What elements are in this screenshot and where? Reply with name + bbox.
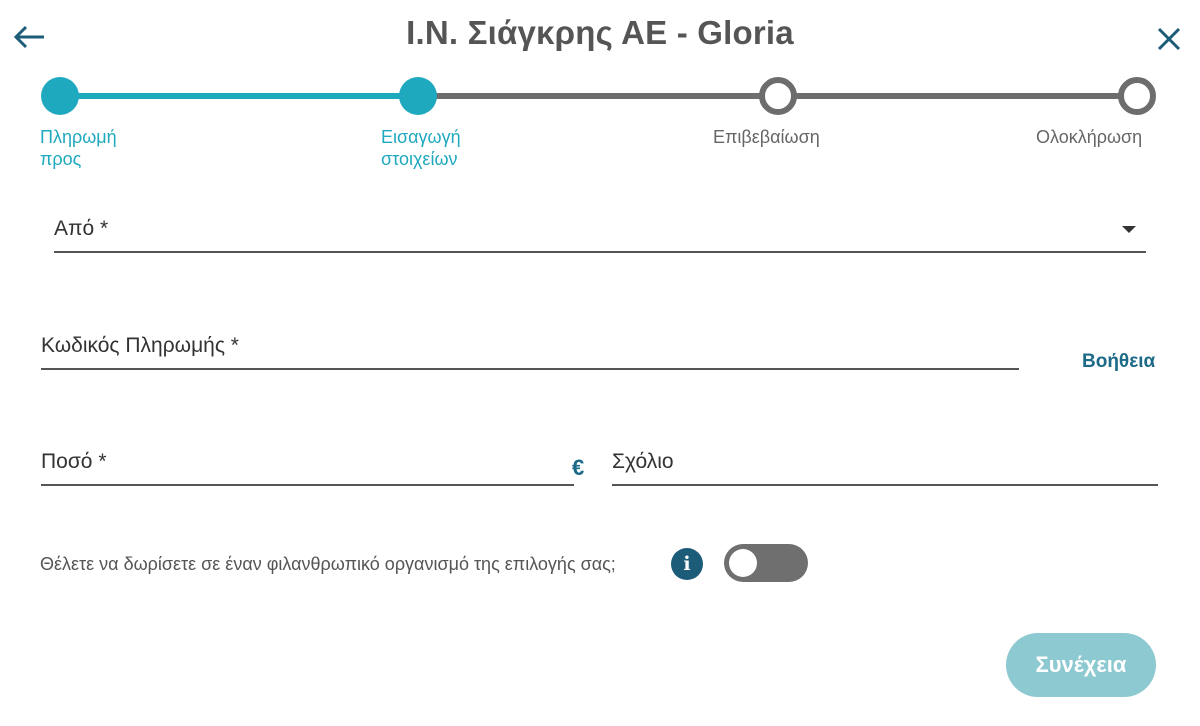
- step-1-label: Πληρωμή προς: [40, 127, 117, 169]
- chevron-down-icon: [1122, 226, 1136, 233]
- amount-underline: [41, 484, 574, 486]
- step-3-dot: [759, 77, 797, 115]
- amount-label: Ποσό *: [41, 450, 107, 473]
- info-icon[interactable]: i: [671, 548, 703, 580]
- donate-question: Θέλετε να δωρίσετε σε έναν φιλανθρωπικό …: [40, 554, 616, 574]
- from-select[interactable]: Από *: [54, 205, 1146, 255]
- donate-toggle[interactable]: [724, 544, 808, 582]
- step-3-label: Επιβεβαίωση: [713, 127, 820, 147]
- continue-button[interactable]: Συνέχεια: [1006, 633, 1156, 697]
- payment-code-underline: [41, 368, 1019, 370]
- toggle-knob: [729, 549, 757, 577]
- from-underline: [54, 251, 1146, 253]
- payment-code-label: Κωδικός Πληρωμής *: [41, 334, 239, 357]
- step-4-label: Ολοκλήρωση: [1036, 127, 1143, 147]
- stepper-line-done: [60, 93, 420, 99]
- step-4-dot: [1118, 77, 1156, 115]
- progress-stepper: Πληρωμή προς Εισαγωγή στοιχείων Επιβεβαί…: [0, 0, 1200, 200]
- comment-label: Σχόλιο: [612, 450, 674, 473]
- step-1-dot: [41, 77, 79, 115]
- step-2-dot: [399, 77, 437, 115]
- step-2-label: Εισαγωγή στοιχείων: [381, 127, 461, 169]
- comment-underline: [612, 484, 1158, 486]
- payment-code-input[interactable]: Κωδικός Πληρωμής *: [41, 322, 1019, 372]
- help-link[interactable]: Βοήθεια: [1082, 351, 1155, 373]
- amount-input[interactable]: Ποσό *: [41, 438, 574, 488]
- from-label: Από *: [54, 217, 109, 240]
- euro-icon: €: [572, 455, 585, 480]
- comment-input[interactable]: Σχόλιο: [612, 438, 1158, 488]
